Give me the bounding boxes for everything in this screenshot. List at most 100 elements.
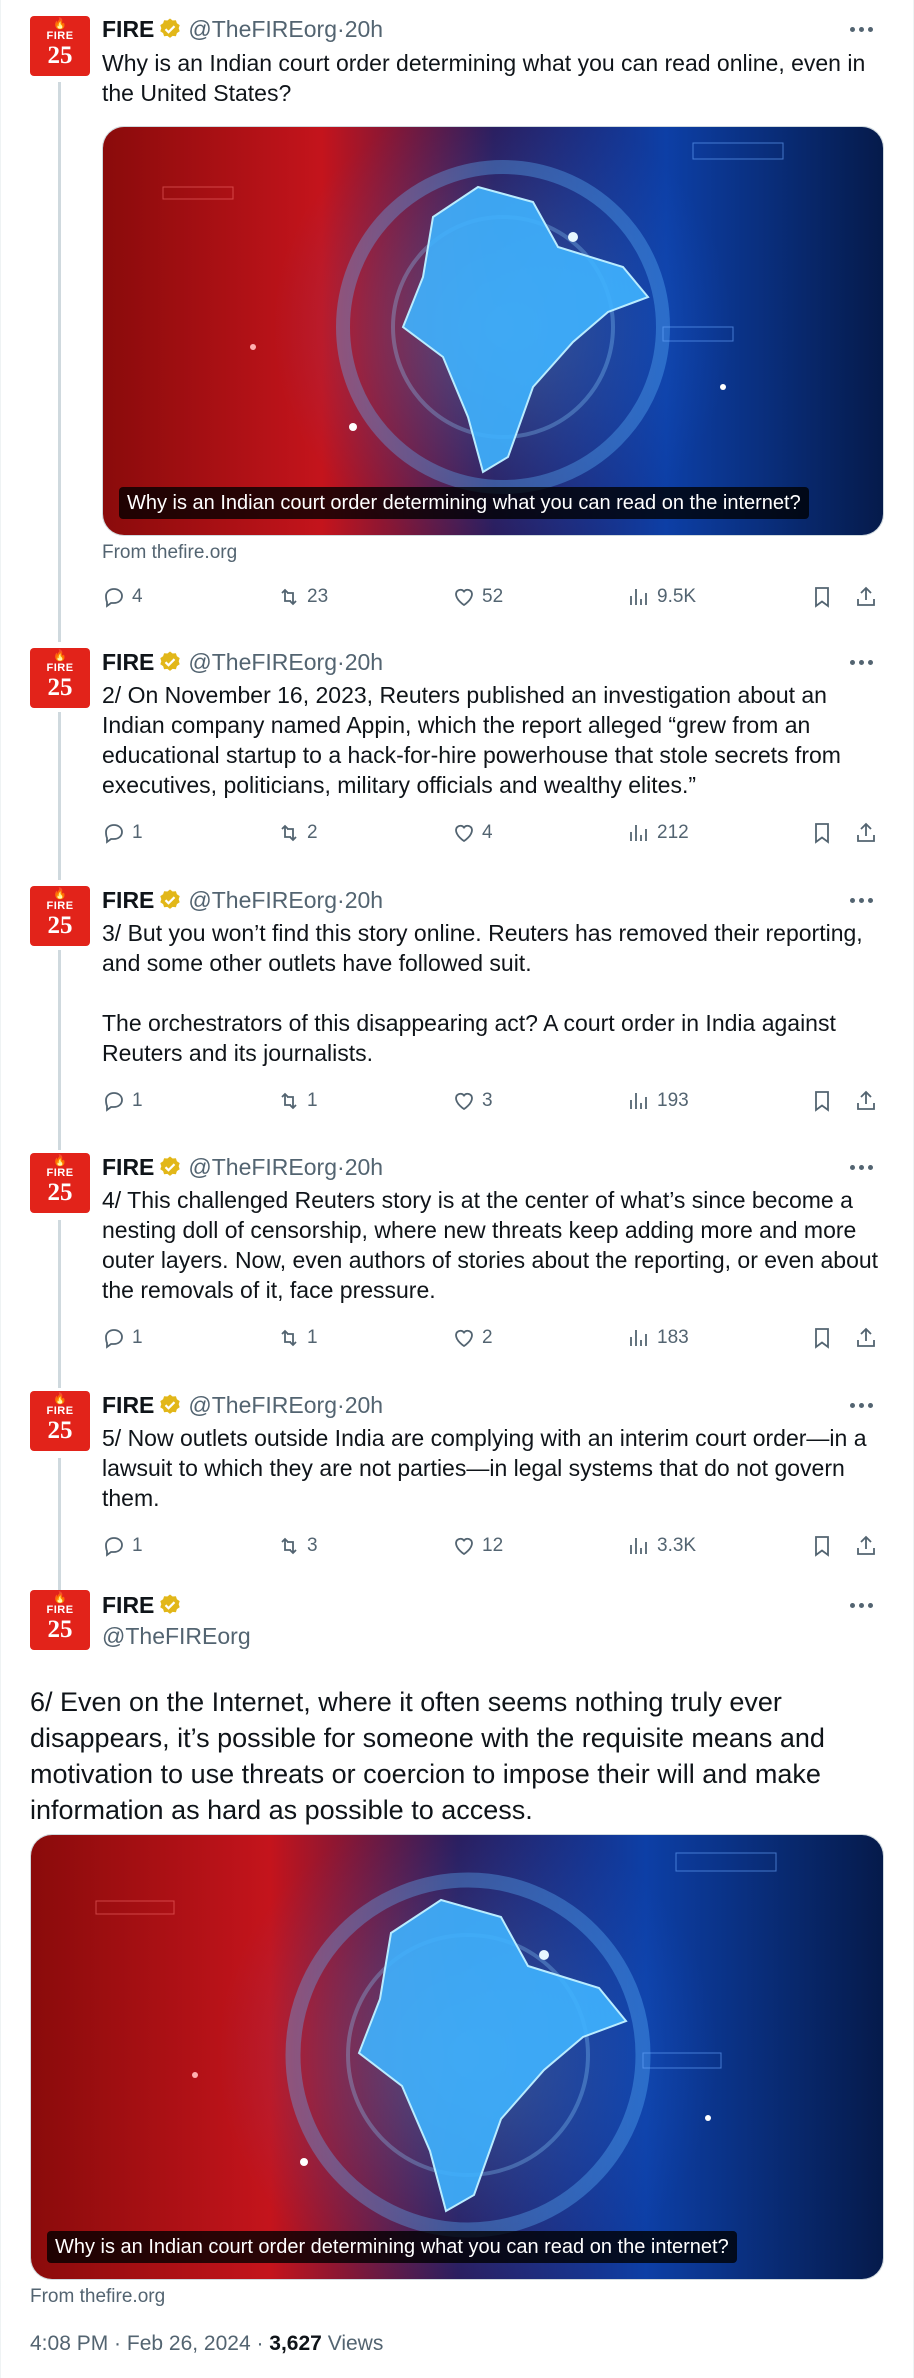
author-name[interactable]: FIRE [102, 1154, 154, 1181]
reply-count: 1 [132, 1327, 143, 1348]
author-name[interactable]: FIRE [102, 1392, 154, 1419]
author-name[interactable]: FIRE [102, 649, 154, 676]
tweet-4[interactable]: 🔥 FIRE 25 FIRE @TheFIREorg · 20h 4/ This… [1, 1145, 914, 1385]
card-source[interactable]: From thefire.org [102, 542, 237, 564]
bookmark-icon [815, 823, 829, 844]
tweet-time[interactable]: 20h [345, 1154, 383, 1181]
reply-button[interactable]: 4 [102, 582, 143, 612]
avatar[interactable]: 🔥 FIRE 25 [30, 648, 90, 708]
like-count: 3 [482, 1090, 493, 1111]
tweet-text: 3/ But you won’t find this story online.… [102, 920, 863, 1066]
reply-count: 1 [132, 1535, 143, 1556]
reply-button[interactable]: 1 [102, 1531, 143, 1561]
more-options-icon[interactable] [847, 1591, 875, 1619]
share-button[interactable] [854, 582, 884, 612]
flame-icon: 🔥 [53, 1592, 67, 1604]
tweet-time[interactable]: 20h [345, 16, 383, 43]
avatar-number: 25 [47, 1417, 73, 1444]
tweet-header-name: FIRE [102, 1590, 188, 1620]
tweet-metadata: 4:08 PM · Feb 26, 2024 · 3,627 Views [30, 2332, 383, 2356]
author-handle[interactable]: @TheFIREorg [102, 1623, 251, 1650]
repost-icon [281, 1329, 297, 1347]
repost-icon [281, 588, 297, 606]
card-caption: Why is an Indian court order determining… [119, 487, 809, 519]
share-button[interactable] [854, 1086, 884, 1116]
tweet-2[interactable]: 🔥 FIRE 25 FIRE @TheFIREorg · 20h 2/ On N… [1, 640, 914, 880]
action-bar: 1 3 12 3.3K [102, 1531, 882, 1561]
reply-icon [105, 588, 123, 608]
repost-button[interactable]: 3 [277, 1531, 318, 1561]
reply-count: 1 [132, 822, 143, 843]
avatar[interactable]: 🔥 FIRE 25 [30, 1153, 90, 1213]
reply-button[interactable]: 1 [102, 1323, 143, 1353]
india-map-image [103, 127, 883, 535]
author-handle[interactable]: @TheFIREorg [188, 887, 337, 914]
link-card[interactable]: Why is an Indian court order determining… [30, 1834, 884, 2280]
tweet-time[interactable]: 20h [345, 1392, 383, 1419]
like-count: 2 [482, 1327, 493, 1348]
avatar[interactable]: 🔥 FIRE 25 [30, 886, 90, 946]
tweet-time[interactable]: 20h [345, 887, 383, 914]
bookmark-button[interactable] [810, 818, 840, 848]
views-button[interactable]: 3.3K [627, 1531, 696, 1561]
views-button[interactable]: 193 [627, 1086, 689, 1116]
more-options-icon[interactable] [847, 1153, 875, 1181]
more-options-icon[interactable] [847, 886, 875, 914]
author-handle[interactable]: @TheFIREorg [188, 16, 337, 43]
share-button[interactable] [854, 1531, 884, 1561]
more-options-icon[interactable] [847, 15, 875, 43]
author-name[interactable]: FIRE [102, 16, 154, 43]
timestamp[interactable]: 4:08 PM · Feb 26, 2024 · [30, 2332, 269, 2355]
author-handle[interactable]: @TheFIREorg [188, 1392, 337, 1419]
avatar[interactable]: 🔥 FIRE 25 [30, 1590, 90, 1650]
bookmark-button[interactable] [810, 582, 840, 612]
views-button[interactable]: 212 [627, 818, 689, 848]
like-button[interactable]: 2 [452, 1323, 493, 1353]
more-options-icon[interactable] [847, 648, 875, 676]
share-icon [857, 1535, 875, 1555]
reply-icon [105, 1329, 123, 1349]
repost-count: 3 [307, 1535, 318, 1556]
avatar[interactable]: 🔥 FIRE 25 [30, 16, 90, 76]
like-button[interactable]: 3 [452, 1086, 493, 1116]
author-name[interactable]: FIRE [102, 1592, 154, 1619]
avatar-number: 25 [47, 1616, 73, 1643]
repost-button[interactable]: 1 [277, 1323, 318, 1353]
author-handle[interactable]: @TheFIREorg [188, 649, 337, 676]
share-icon [857, 822, 875, 842]
tweet-5[interactable]: 🔥 FIRE 25 FIRE @TheFIREorg · 20h 5/ Now … [1, 1383, 914, 1593]
bookmark-button[interactable] [810, 1323, 840, 1353]
heart-icon [455, 588, 473, 607]
like-button[interactable]: 52 [452, 582, 503, 612]
tweet-time[interactable]: 20h [345, 649, 383, 676]
author-name[interactable]: FIRE [102, 887, 154, 914]
tweet-text: 4/ This challenged Reuters story is at t… [102, 1187, 879, 1303]
avatar[interactable]: 🔥 FIRE 25 [30, 1391, 90, 1451]
like-button[interactable]: 12 [452, 1531, 503, 1561]
verified-badge-icon [160, 651, 181, 671]
views-button[interactable]: 9.5K [627, 582, 696, 612]
reply-icon [105, 824, 123, 844]
verified-badge-icon [160, 1156, 181, 1176]
link-card[interactable]: Why is an Indian court order determining… [102, 126, 884, 536]
share-icon [857, 1090, 875, 1110]
repost-button[interactable]: 23 [277, 582, 328, 612]
reply-button[interactable]: 1 [102, 1086, 143, 1116]
bookmark-button[interactable] [810, 1531, 840, 1561]
author-handle[interactable]: @TheFIREorg [188, 1154, 337, 1181]
like-button[interactable]: 4 [452, 818, 493, 848]
reply-button[interactable]: 1 [102, 818, 143, 848]
repost-button[interactable]: 2 [277, 818, 318, 848]
tweet-header: FIRE @TheFIREorg · 20h [102, 14, 383, 44]
views-button[interactable]: 183 [627, 1323, 689, 1353]
tweet-1[interactable]: 🔥 FIRE 25 FIRE @TheFIREorg · 20h Why is … [1, 0, 914, 640]
tweet-3[interactable]: 🔥 FIRE 25 FIRE @TheFIREorg · 20h 3/ But … [1, 878, 914, 1148]
more-options-icon[interactable] [847, 1391, 875, 1419]
share-button[interactable] [854, 818, 884, 848]
card-source[interactable]: From thefire.org [30, 2286, 165, 2308]
share-button[interactable] [854, 1323, 884, 1353]
bookmark-button[interactable] [810, 1086, 840, 1116]
repost-button[interactable]: 1 [277, 1086, 318, 1116]
heart-icon [455, 1537, 473, 1556]
views-count: 9.5K [657, 586, 697, 607]
